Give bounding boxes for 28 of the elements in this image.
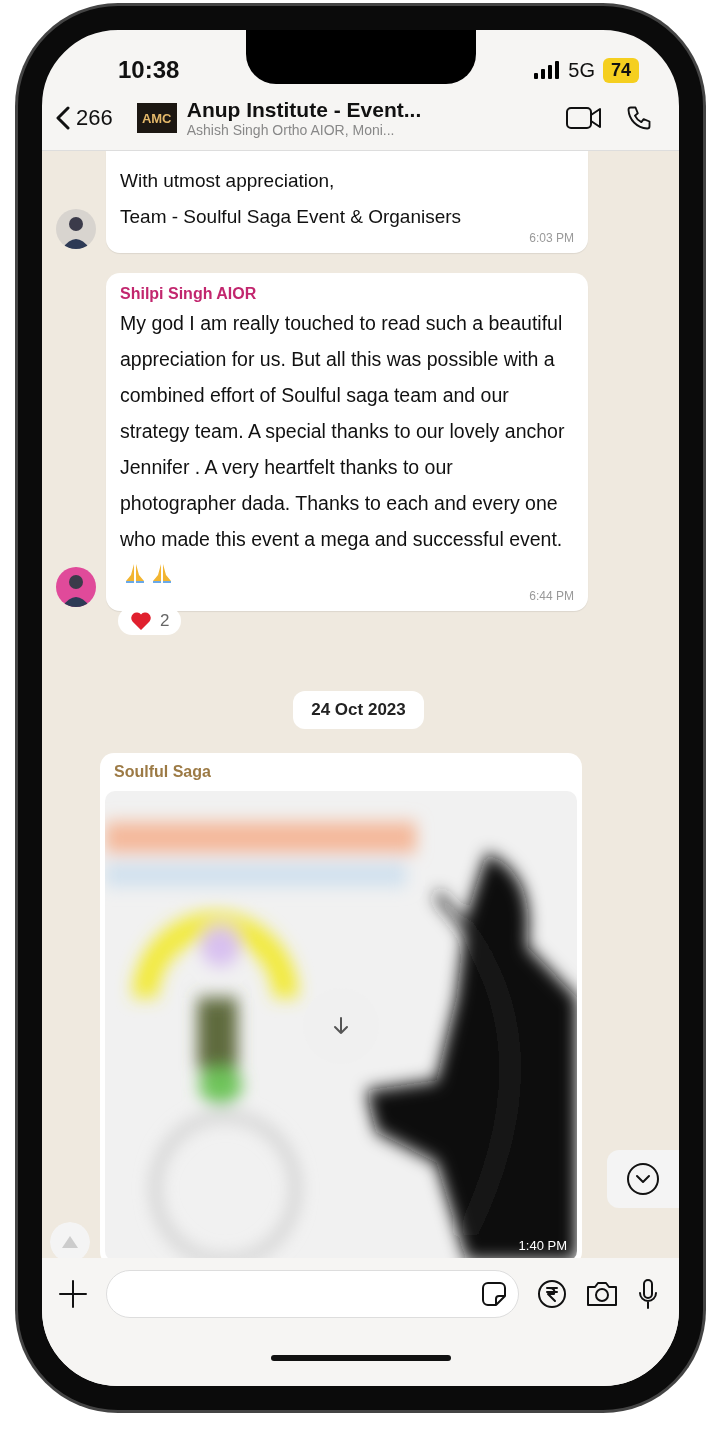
add-icon[interactable] bbox=[58, 1279, 88, 1309]
scroll-down-button[interactable] bbox=[607, 1150, 679, 1208]
status-time: 10:38 bbox=[118, 56, 180, 84]
group-avatar[interactable]: AMC bbox=[136, 103, 177, 133]
signal-icon bbox=[534, 61, 561, 79]
microphone-icon[interactable] bbox=[637, 1278, 659, 1310]
battery-level: 74 bbox=[602, 57, 639, 83]
message-time: 1:40 PM bbox=[518, 1238, 567, 1253]
rupee-payment-icon[interactable] bbox=[537, 1279, 567, 1309]
chat-members: Ashish Singh Ortho AIOR, Moni... bbox=[186, 122, 396, 138]
sticker-icon[interactable] bbox=[480, 1280, 508, 1308]
message-input[interactable] bbox=[106, 1270, 519, 1318]
sender-name: Soulful Saga bbox=[113, 763, 212, 782]
back-button[interactable]: 266 bbox=[56, 105, 113, 131]
message-text: With utmost appreciation, bbox=[120, 169, 336, 193]
message-time: 6:03 PM bbox=[529, 231, 574, 245]
reaction-badge[interactable]: 2 bbox=[118, 607, 182, 635]
message-time: 6:44 PM bbox=[529, 589, 574, 603]
reaction-count: 2 bbox=[160, 611, 170, 631]
network-type: 5G bbox=[568, 58, 595, 82]
chevron-down-icon bbox=[626, 1162, 660, 1196]
sender-name: Shilpi Singh AIOR bbox=[120, 285, 258, 303]
message-text: Team - Soulful Saga Event & Organisers bbox=[120, 205, 463, 229]
chevron-left-icon bbox=[56, 106, 70, 130]
heart-icon bbox=[130, 611, 152, 631]
date-divider: 24 Oct 2023 bbox=[293, 691, 424, 729]
chat-title[interactable]: Anup Institute - Event... bbox=[186, 98, 549, 122]
camera-icon[interactable] bbox=[585, 1279, 619, 1309]
